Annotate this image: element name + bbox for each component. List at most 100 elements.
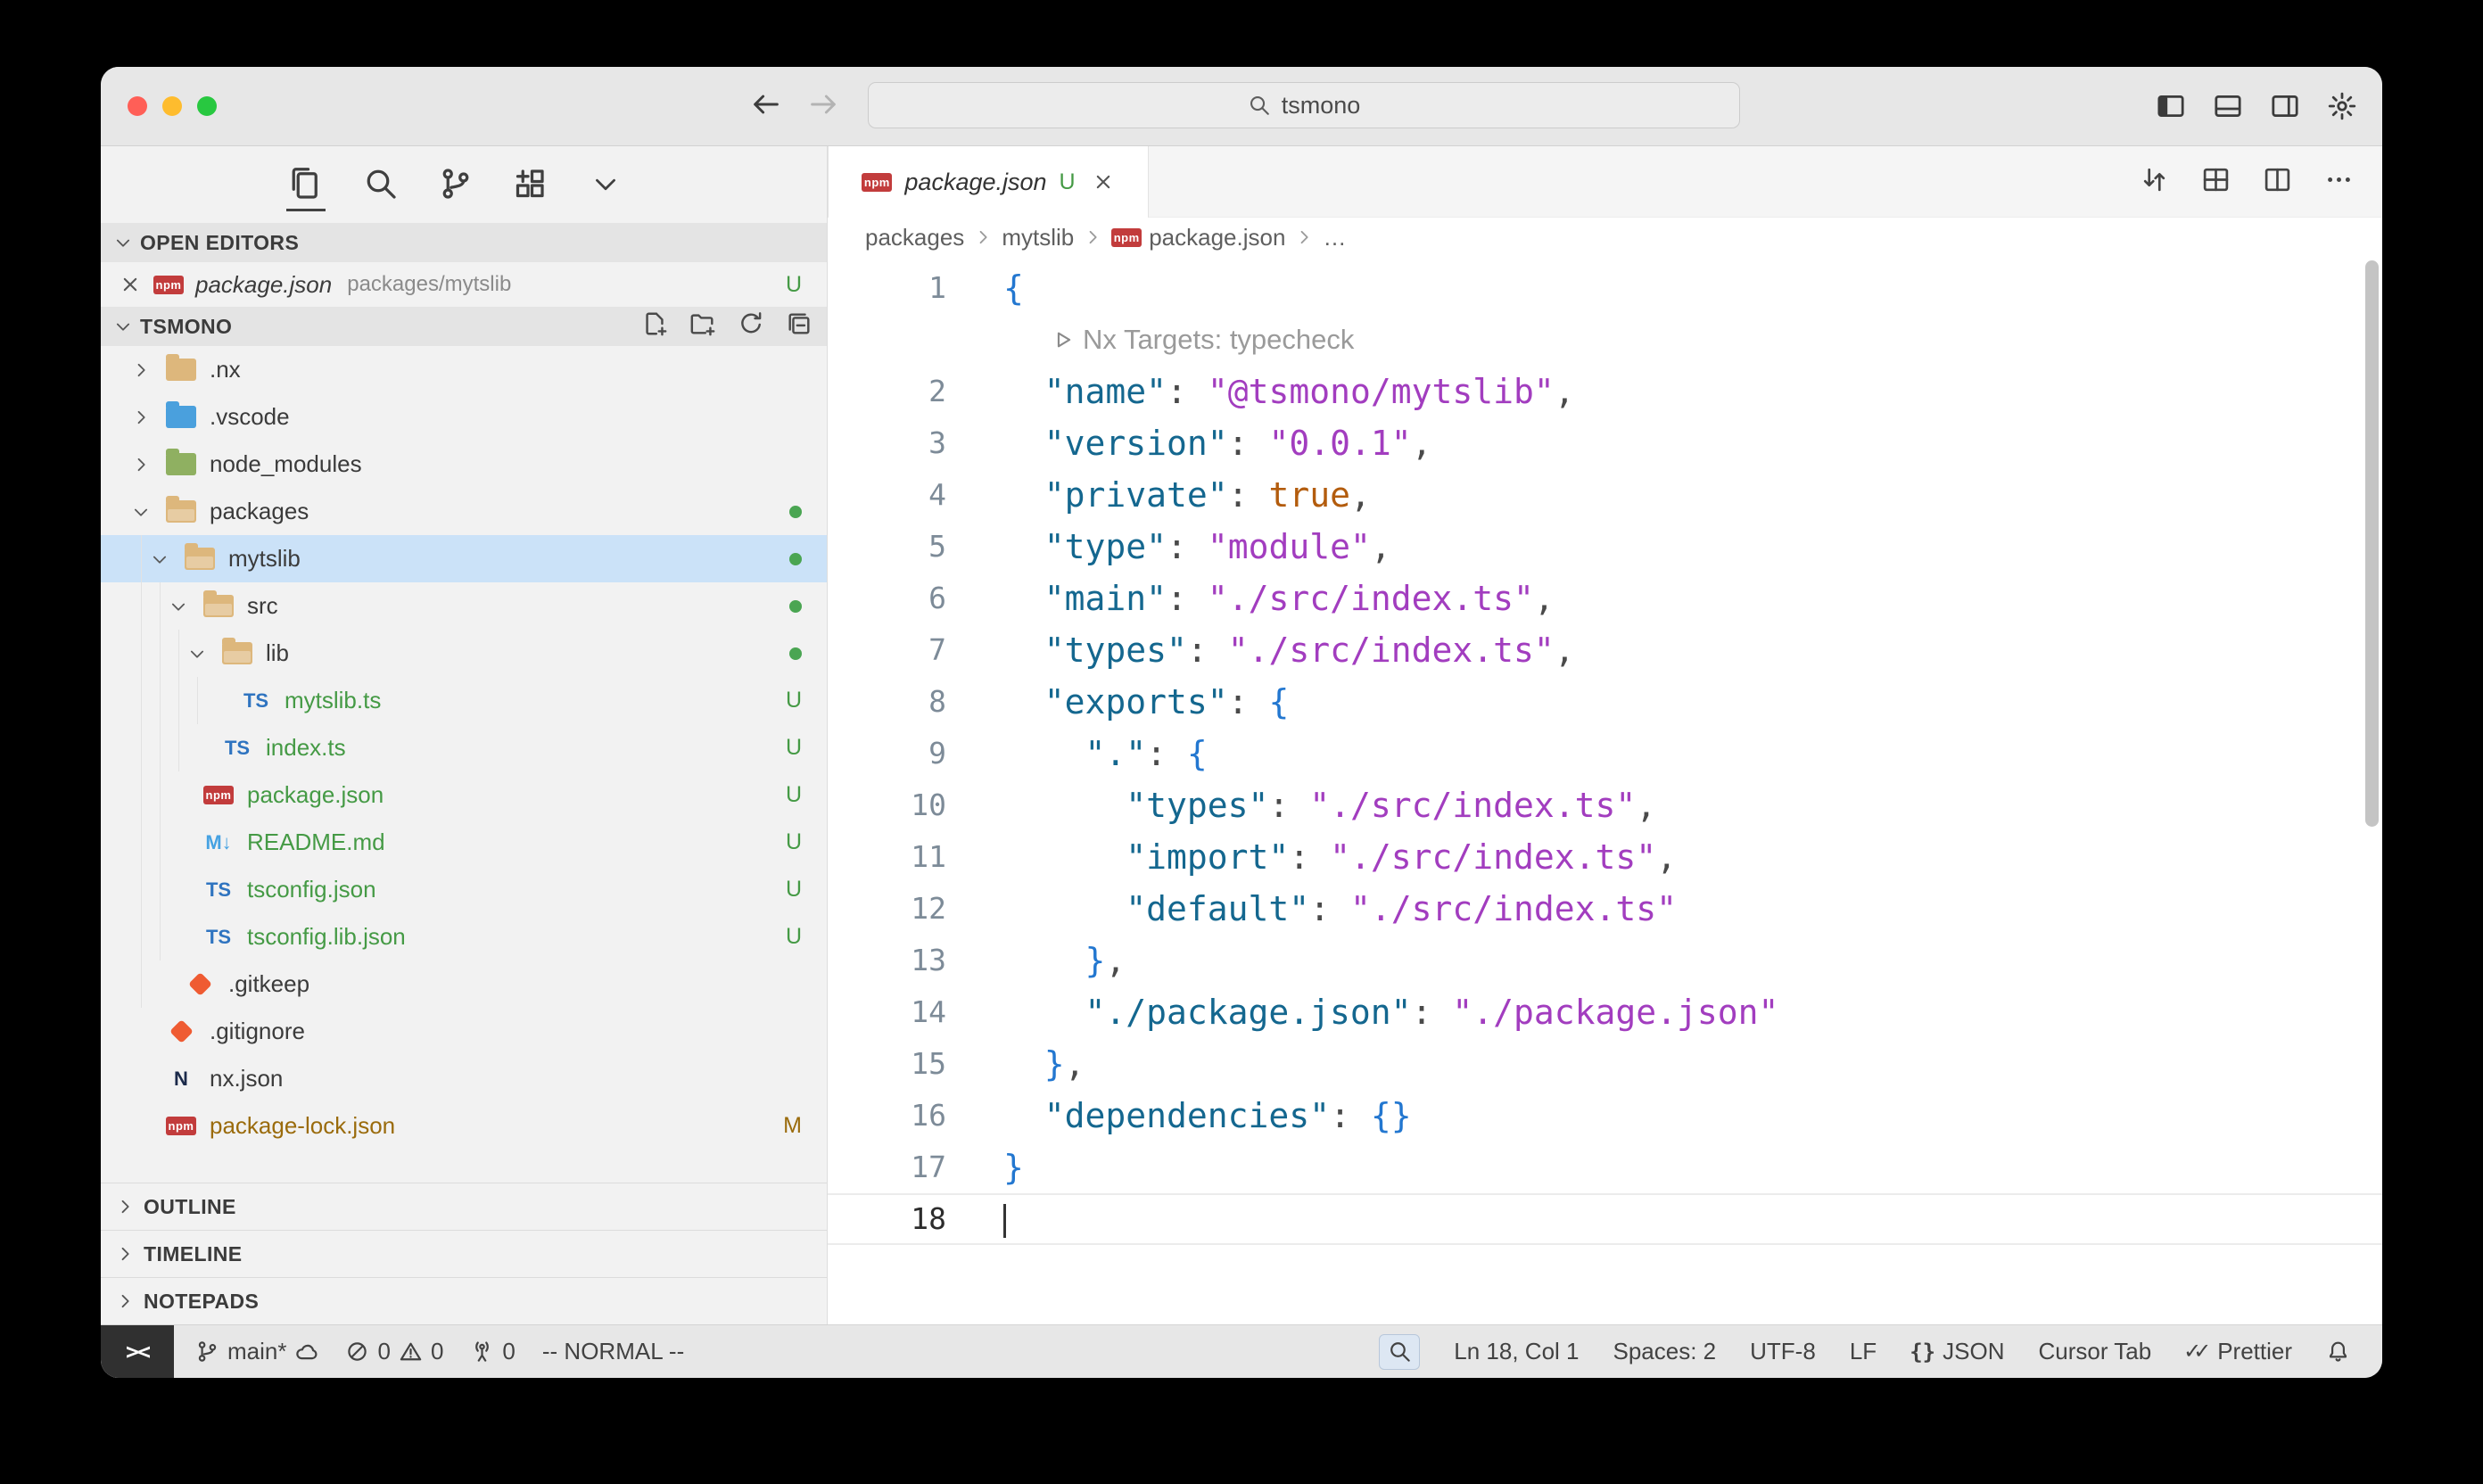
code-line-9[interactable]: 9 ".": { (828, 728, 2382, 779)
breadcrumb-packages[interactable]: packages (865, 224, 964, 251)
tree-item-gitkeep[interactable]: .gitkeep (101, 960, 827, 1008)
status-cursor-tab[interactable]: Cursor Tab (2039, 1338, 2152, 1365)
code-line-8[interactable]: 8 "exports": { (828, 676, 2382, 728)
files-icon (288, 166, 324, 202)
code-line-2[interactable]: 2 "name": "@tsmono/mytslib", (828, 366, 2382, 417)
status-remote[interactable]: >< (101, 1325, 174, 1378)
code-line-17[interactable]: 17} (828, 1142, 2382, 1193)
chevron-down-icon (169, 597, 188, 616)
section-notepads[interactable]: NOTEPADS (101, 1277, 827, 1324)
breadcrumb-[interactable]: … (1323, 224, 1346, 251)
status-eol[interactable]: LF (1850, 1338, 1877, 1365)
status-problems[interactable]: 00 (345, 1338, 443, 1365)
toggle-secondary-sidebar-button[interactable] (2270, 91, 2300, 121)
code-line-14[interactable]: 14 "./package.json": "./package.json" (828, 986, 2382, 1038)
code-editor[interactable]: 1{Nx Targets: typecheck2 "name": "@tsmon… (828, 257, 2382, 1324)
section-outline[interactable]: OUTLINE (101, 1183, 827, 1230)
open-editors-header[interactable]: OPEN EDITORS (101, 223, 827, 262)
tree-item-nx[interactable]: .nx (101, 346, 827, 393)
status-indentation[interactable]: Spaces: 2 (1613, 1338, 1717, 1365)
code-line-13[interactable]: 13 }, (828, 935, 2382, 986)
tree-item-package-json[interactable]: npmpackage.jsonU (101, 771, 827, 819)
refresh-explorer-button[interactable] (738, 310, 764, 342)
tree-item-node-modules[interactable]: node_modules (101, 441, 827, 488)
more-actions-button[interactable] (2324, 165, 2354, 199)
breadcrumb-package-json[interactable]: npmpackage.json (1111, 224, 1285, 251)
code-line-3[interactable]: 3 "version": "0.0.1", (828, 417, 2382, 469)
status-branch[interactable]: main* (195, 1338, 318, 1365)
open-changes-button[interactable] (2140, 165, 2169, 199)
activity-explorer[interactable] (286, 158, 326, 211)
section-timeline[interactable]: TIMELINE (101, 1230, 827, 1277)
close-tab-icon[interactable] (1092, 170, 1115, 194)
zoom-window-button[interactable] (197, 96, 217, 116)
tree-item-readme-md[interactable]: M↓README.mdU (101, 819, 827, 866)
folder-node-icon (166, 453, 196, 475)
status-formatter[interactable]: ✓✓Prettier (2185, 1338, 2292, 1365)
code-lines: 1{Nx Targets: typecheck2 "name": "@tsmon… (828, 257, 2382, 1245)
minimize-window-button[interactable] (162, 96, 182, 116)
tree-item-index-ts[interactable]: TSindex.tsU (101, 724, 827, 771)
vertical-scrollbar[interactable] (2365, 260, 2379, 827)
status-vim-mode[interactable]: -- NORMAL -- (542, 1338, 684, 1365)
code-line-10[interactable]: 10 "types": "./src/index.ts", (828, 779, 2382, 831)
code-line-5[interactable]: 5 "type": "module", (828, 521, 2382, 573)
toggle-layout-button[interactable] (2201, 165, 2231, 199)
toggle-primary-sidebar-button[interactable] (2156, 91, 2186, 121)
status-ports[interactable]: 0 (470, 1338, 515, 1365)
tree-item-tsconfig-json[interactable]: TStsconfig.jsonU (101, 866, 827, 913)
tree-item-gitignore[interactable]: .gitignore (101, 1008, 827, 1055)
activity-source-control[interactable] (436, 158, 475, 211)
workspace-header[interactable]: TSMONO (101, 307, 827, 346)
editor-actions (2140, 146, 2382, 217)
code-line-15[interactable]: 15 }, (828, 1038, 2382, 1090)
line-number: 17 (828, 1142, 961, 1193)
line-number: 11 (828, 831, 961, 883)
status-bar: ><main*000-- NORMAL -- Ln 18, Col 1Space… (101, 1324, 2382, 1378)
status-encoding[interactable]: UTF-8 (1750, 1338, 1816, 1365)
activity-additional-views[interactable] (586, 158, 625, 211)
toggle-panel-button[interactable] (2213, 91, 2243, 121)
tree-item-src[interactable]: src (101, 582, 827, 630)
status-language-mode[interactable]: {}JSON (1910, 1338, 2004, 1365)
split-editor-button[interactable] (2263, 165, 2292, 199)
status-cursor-position[interactable]: Ln 18, Col 1 (1454, 1338, 1579, 1365)
status-notifications[interactable] (2326, 1340, 2350, 1364)
forward-button[interactable] (807, 88, 839, 125)
tree-item-packages[interactable]: packages (101, 488, 827, 535)
back-button[interactable] (750, 88, 782, 125)
git-changes-dot (789, 647, 802, 660)
tree-item-label: .gitignore (210, 1018, 305, 1045)
collapse-folders-button[interactable] (786, 310, 813, 342)
tree-item-mytslib[interactable]: mytslib (101, 535, 827, 582)
code-line-4[interactable]: 4 "private": true, (828, 469, 2382, 521)
code-line-11[interactable]: 11 "import": "./src/index.ts", (828, 831, 2382, 883)
code-line-6[interactable]: 6 "main": "./src/index.ts", (828, 573, 2382, 624)
status-zoom[interactable] (1379, 1334, 1420, 1370)
tree-item-package-lock-json[interactable]: npmpackage-lock.jsonM (101, 1102, 827, 1150)
new-file-button[interactable] (641, 310, 668, 342)
tree-item-nx-json[interactable]: Nnx.json (101, 1055, 827, 1102)
breadcrumb-mytslib[interactable]: mytslib (1002, 224, 1074, 251)
code-line-12[interactable]: 12 "default": "./src/index.ts" (828, 883, 2382, 935)
settings-button[interactable] (2327, 91, 2357, 121)
code-line-1[interactable]: 1{ (828, 262, 2382, 314)
codelens[interactable]: Nx Targets: typecheck (828, 314, 2382, 366)
new-folder-button[interactable] (689, 310, 716, 342)
close-window-button[interactable] (128, 96, 147, 116)
close-editor-icon[interactable] (119, 273, 142, 296)
activity-search[interactable] (361, 158, 400, 211)
code-line-18[interactable]: 18 (828, 1193, 2382, 1245)
tree-item-mytslib-ts[interactable]: TSmytslib.tsU (101, 677, 827, 724)
code-line-16[interactable]: 16 "dependencies": {} (828, 1090, 2382, 1142)
tree-item-vscode[interactable]: .vscode (101, 393, 827, 441)
tree-item-tsconfig-lib-json[interactable]: TStsconfig.lib.jsonU (101, 913, 827, 960)
activity-extensions[interactable] (511, 158, 550, 211)
tree-item-lib[interactable]: lib (101, 630, 827, 677)
code-line-7[interactable]: 7 "types": "./src/index.ts", (828, 624, 2382, 676)
command-center-search[interactable]: tsmono (868, 82, 1740, 128)
compare-icon (2140, 165, 2169, 194)
cloud-icon (294, 1340, 318, 1364)
open-editor-item[interactable]: npm package.json packages/mytslib U (101, 262, 827, 307)
tab-package-json[interactable]: npm package.json U (828, 146, 1149, 218)
